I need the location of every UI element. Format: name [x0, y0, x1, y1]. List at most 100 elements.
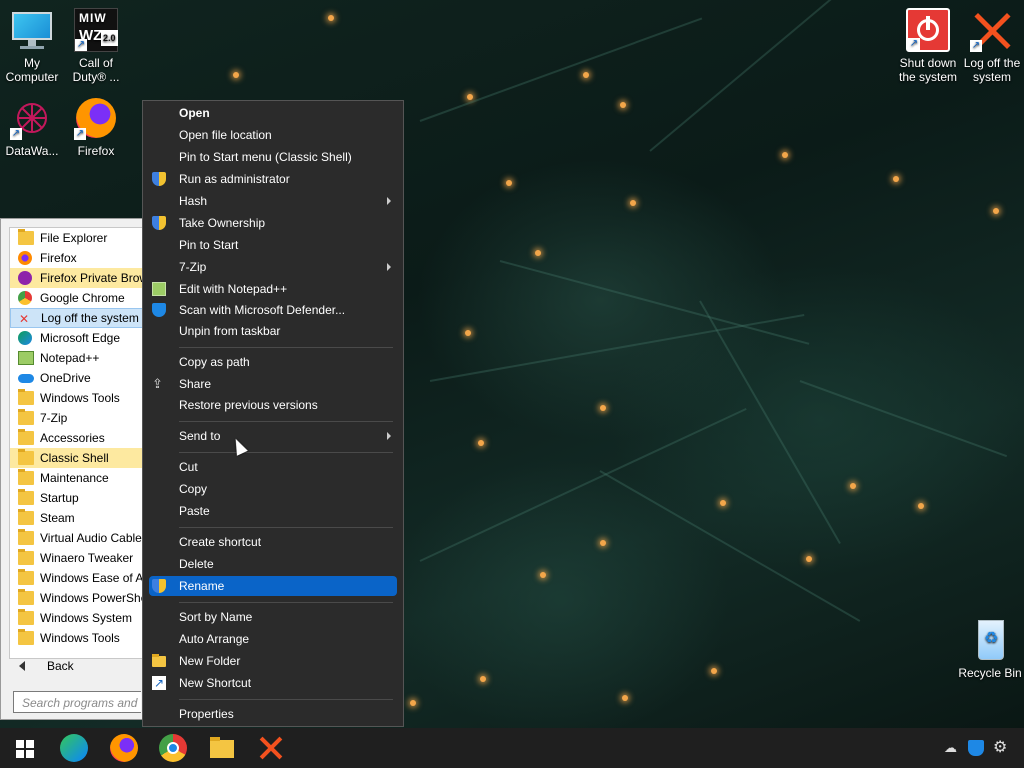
desktop-icon-shutdown[interactable]: ↗ Shut down the system [896, 8, 960, 84]
logoff-x-icon[interactable] [257, 734, 285, 762]
start-menu-item-windows-tools[interactable]: Windows Tools [10, 388, 144, 408]
monitor-icon [10, 8, 54, 52]
wallpaper-light [850, 483, 856, 489]
wallpaper-branch [649, 0, 850, 152]
desktop-icon-logoff[interactable]: ↗ Log off the system [960, 8, 1024, 84]
context-item-send-to[interactable]: Send to [149, 426, 397, 446]
start-menu-item-classic-shell[interactable]: Classic Shell [10, 448, 144, 468]
context-item-new-shortcut[interactable]: ↗ New Shortcut [149, 673, 397, 693]
wallpaper-light [600, 405, 606, 411]
start-menu-item-onedrive[interactable]: OneDrive [10, 368, 144, 388]
context-item-restore-versions[interactable]: Restore previous versions [149, 395, 397, 415]
back-arrow-icon [19, 661, 25, 671]
context-item-properties[interactable]: Properties [149, 704, 397, 724]
context-item-edit-notepad[interactable]: Edit with Notepad++ [149, 279, 397, 299]
start-menu-item-edge[interactable]: Microsoft Edge [10, 328, 144, 348]
context-item-take-ownership[interactable]: Take Ownership [149, 213, 397, 233]
desktop-icon-my-computer[interactable]: My Computer [0, 8, 64, 84]
uac-shield-icon [152, 216, 166, 230]
context-item-7zip[interactable]: 7-Zip [149, 257, 397, 277]
wallpaper-light [540, 572, 546, 578]
start-menu-item-virtual-audio-cable[interactable]: Virtual Audio Cable [10, 528, 144, 548]
submenu-arrow-icon [387, 197, 391, 205]
context-item-auto-arrange[interactable]: Auto Arrange [149, 629, 397, 649]
shortcut-arrow-icon: ↗ [10, 128, 22, 140]
start-menu-item-steam[interactable]: Steam [10, 508, 144, 528]
share-icon: ⇪ [152, 376, 163, 391]
context-item-copy-as-path[interactable]: Copy as path [149, 352, 397, 372]
folder-icon [18, 629, 34, 645]
start-menu-item-notepad[interactable]: Notepad++ [10, 348, 144, 368]
wallpaper-branch [799, 380, 1008, 458]
desktop-icon-datawa[interactable]: ↗ DataWa... [0, 96, 64, 158]
folder-icon [18, 589, 34, 605]
context-item-run-as-admin[interactable]: Run as administrator [149, 169, 397, 189]
context-item-hash[interactable]: Hash [149, 191, 397, 211]
context-item-pin-to-start[interactable]: Pin to Start [149, 235, 397, 255]
desktop-icon-label: Firefox [77, 144, 115, 158]
start-menu-item-maintenance[interactable]: Maintenance [10, 468, 144, 488]
desktop-icon-recycle-bin[interactable]: ♻ Recycle Bin [958, 618, 1022, 680]
start-menu-item-windows-ease-of-access[interactable]: Windows Ease of Ac [10, 568, 144, 588]
start-menu-item-firefox-private[interactable]: Firefox Private Brow [10, 268, 144, 288]
context-item-unpin-taskbar[interactable]: Unpin from taskbar [149, 321, 397, 341]
context-item-delete[interactable]: Delete [149, 554, 397, 574]
desktop-icon-label: DataWa... [5, 144, 59, 158]
edge-icon [18, 331, 32, 345]
firefox-icon[interactable] [110, 734, 138, 762]
context-item-open[interactable]: Open [149, 103, 397, 123]
context-item-paste[interactable]: Paste [149, 501, 397, 521]
windows-start-icon[interactable] [12, 734, 40, 762]
start-menu-item-accessories[interactable]: Accessories [10, 428, 144, 448]
wallpaper-branch [419, 407, 747, 562]
context-item-cut[interactable]: Cut [149, 457, 397, 477]
submenu-arrow-icon [387, 432, 391, 440]
onedrive-icon [18, 374, 34, 383]
wallpaper-branch [499, 260, 810, 345]
folder-icon [18, 529, 34, 545]
wallpaper-branch [429, 314, 805, 382]
start-menu-item-windows-system[interactable]: Windows System [10, 608, 144, 628]
logoff-x-icon: ↗ [970, 8, 1014, 52]
start-menu-item-firefox[interactable]: Firefox [10, 248, 144, 268]
context-item-sort-by-name[interactable]: Sort by Name [149, 607, 397, 627]
notepad-icon [18, 351, 34, 365]
start-menu-item-7zip[interactable]: 7-Zip [10, 408, 144, 428]
desktop-icon-call-of-duty[interactable]: MIW WZ 2.0 ↗ Call of Duty® ... [64, 8, 128, 84]
desktop-icon-firefox[interactable]: ↗ Firefox [64, 96, 128, 158]
start-menu-item-chrome[interactable]: Google Chrome [10, 288, 144, 308]
chrome-icon[interactable] [159, 734, 187, 762]
wallpaper-light [233, 72, 239, 78]
network-disconnected-icon[interactable]: ☁ [944, 740, 960, 756]
context-item-open-file-location[interactable]: Open file location [149, 125, 397, 145]
context-item-create-shortcut[interactable]: Create shortcut [149, 532, 397, 552]
menu-separator [179, 527, 393, 528]
start-menu: File Explorer Firefox Firefox Private Br… [0, 218, 144, 720]
context-item-copy[interactable]: Copy [149, 479, 397, 499]
wallpaper-light [467, 94, 473, 100]
context-item-scan-defender[interactable]: Scan with Microsoft Defender... [149, 300, 397, 320]
logoff-x-icon: ✕ [19, 312, 30, 326]
start-menu-item-windows-powershell[interactable]: Windows PowerShe [10, 588, 144, 608]
edge-icon[interactable] [60, 734, 88, 762]
wallpaper-light [993, 208, 999, 214]
start-menu-item-windows-tools-2[interactable]: Windows Tools [10, 628, 144, 648]
folder-icon [18, 509, 34, 525]
wallpaper-light [328, 15, 334, 21]
context-item-new-folder[interactable]: New Folder [149, 651, 397, 671]
start-menu-item-file-explorer[interactable]: File Explorer [10, 228, 144, 248]
start-menu-item-logoff[interactable]: ✕ Log off the system [10, 308, 144, 328]
start-menu-search-input[interactable]: Search programs and f [13, 691, 141, 713]
wallpaper-light [478, 440, 484, 446]
context-item-pin-classic-shell[interactable]: Pin to Start menu (Classic Shell) [149, 147, 397, 167]
settings-gear-icon[interactable]: ⚙ [993, 740, 1009, 756]
start-menu-item-winaero-tweaker[interactable]: Winaero Tweaker [10, 548, 144, 568]
start-menu-back-button[interactable]: Back [9, 656, 139, 676]
security-shield-icon[interactable] [968, 740, 984, 756]
context-item-share[interactable]: ⇪ Share [149, 374, 397, 394]
file-explorer-icon[interactable] [208, 734, 236, 762]
wallpaper-light [918, 503, 924, 509]
context-item-rename[interactable]: Rename [149, 576, 397, 596]
start-menu-item-startup[interactable]: Startup [10, 488, 144, 508]
shortcut-arrow-icon: ↗ [74, 128, 86, 140]
